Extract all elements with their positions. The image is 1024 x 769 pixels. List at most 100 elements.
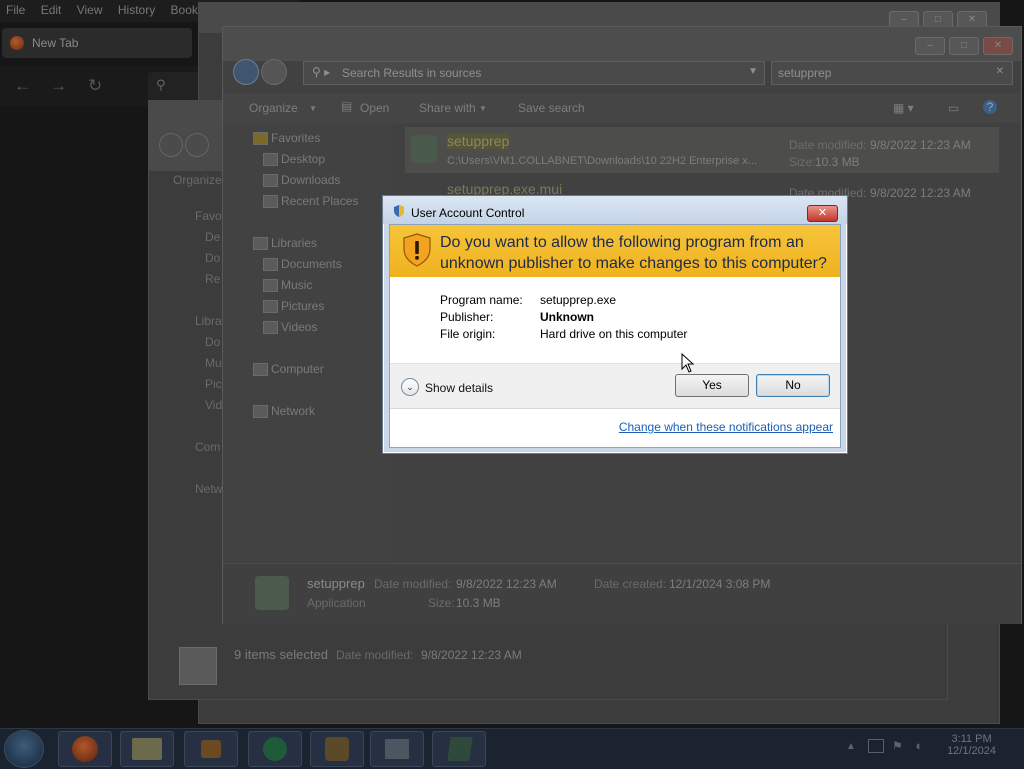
chevron-down-icon: ▼	[309, 104, 317, 113]
change-notifications-link[interactable]: Change when these notifications appear	[619, 420, 833, 434]
address-bar[interactable]: ⚲ ▸ Search Results in sources ▼	[303, 61, 765, 85]
firefox-tab[interactable]: New Tab	[2, 28, 192, 58]
volume-icon[interactable]: ◖	[914, 738, 922, 753]
help-icon[interactable]: ?	[983, 100, 997, 114]
minimize-button[interactable]: –	[915, 37, 945, 55]
result-size-label: Size:	[789, 155, 816, 169]
details-type: Application	[307, 596, 366, 610]
libraries-icon	[253, 237, 268, 250]
menu-file[interactable]: File	[6, 3, 25, 17]
uac-button-area: ⌄ Show details Yes No	[390, 363, 840, 409]
taskbar-window[interactable]	[370, 731, 424, 767]
nav-libraries[interactable]: Libraries	[253, 236, 317, 250]
nav-desktop[interactable]: Desktop	[263, 152, 325, 166]
reload-icon[interactable]: ↻	[88, 76, 102, 96]
nav-pictures[interactable]: Pic	[205, 377, 222, 391]
back-button[interactable]	[159, 133, 183, 157]
network-icon	[253, 405, 268, 418]
nav-pictures[interactable]: Pictures	[263, 299, 324, 313]
nav-videos[interactable]: Videos	[263, 320, 317, 334]
preview-pane-icon[interactable]: ▭	[948, 101, 959, 115]
menu-view[interactable]: View	[77, 3, 103, 17]
nav-documents[interactable]: Do	[205, 335, 220, 349]
firefox-icon	[10, 36, 24, 50]
forward-button[interactable]	[185, 133, 209, 157]
taskbar-explorer[interactable]	[120, 731, 174, 767]
nav-desktop[interactable]: De	[205, 230, 220, 244]
taskbar-app-green[interactable]	[248, 731, 302, 767]
flag-icon[interactable]: ⚑	[892, 739, 903, 753]
back-arrow-icon[interactable]: ←	[14, 76, 31, 96]
music-icon	[263, 279, 278, 292]
taskbar-network-app[interactable]	[432, 731, 486, 767]
nav-network[interactable]: Netw	[195, 482, 222, 496]
nav-network[interactable]: Network	[253, 404, 315, 418]
details-date-created: 12/1/2024 3:08 PM	[669, 577, 771, 591]
menu-history[interactable]: History	[118, 3, 155, 17]
taskbar-media-player[interactable]	[184, 731, 238, 767]
tray-clock[interactable]: 3:11 PM 12/1/2024	[947, 733, 996, 757]
close-button[interactable]: ✕	[983, 37, 1013, 55]
nav-documents[interactable]: Documents	[263, 257, 342, 271]
save-search-button[interactable]: Save search	[518, 101, 585, 115]
back-button[interactable]	[233, 59, 259, 85]
firefox-urlbar[interactable]: ⚲	[148, 72, 204, 100]
yes-button[interactable]: Yes	[675, 374, 749, 397]
warning-shield-icon	[403, 233, 431, 267]
computer-icon	[253, 363, 268, 376]
address-text: Search Results in sources	[342, 66, 482, 80]
taskbar: ▲ ⚑ ◖ 3:11 PM 12/1/2024	[0, 728, 1024, 769]
details-date-modified-label: Date modified:	[374, 577, 452, 591]
menu-edit[interactable]: Edit	[41, 3, 62, 17]
documents-icon	[263, 258, 278, 271]
taskbar-paint[interactable]	[310, 731, 364, 767]
search-input[interactable]: setupprep ✕	[771, 61, 1013, 85]
paint-icon	[325, 737, 349, 761]
share-with-button[interactable]: Share with	[419, 101, 476, 115]
nav-music[interactable]: Mu	[205, 356, 222, 370]
organize-button[interactable]: Organize	[249, 101, 298, 115]
show-details-link[interactable]: Show details	[425, 381, 493, 395]
explorer-titlebar	[223, 27, 1021, 61]
nav-libraries[interactable]: Libra	[195, 314, 222, 328]
status-selection: 9 items selected	[234, 647, 328, 662]
forward-arrow-icon[interactable]: →	[50, 76, 67, 96]
result-item-setupprep[interactable]: setupprep C:\Users\VM1.COLLABNET\Downloa…	[405, 127, 999, 173]
nav-music[interactable]: Music	[263, 278, 312, 292]
nav-recent[interactable]: Re	[205, 272, 220, 286]
publisher-value: Unknown	[540, 310, 594, 324]
show-hidden-icons[interactable]: ▲	[846, 741, 856, 752]
action-center-icon[interactable]	[868, 739, 884, 753]
uac-warning-banner: Do you want to allow the following progr…	[390, 225, 840, 277]
no-button[interactable]: No	[756, 374, 830, 397]
nav-favorites[interactable]: Favorites	[253, 131, 320, 145]
forward-button[interactable]	[261, 59, 287, 85]
nav-downloads[interactable]: Downloads	[263, 173, 340, 187]
details-date-created-label: Date created:	[594, 577, 667, 591]
nav-downloads[interactable]: Do	[205, 251, 220, 265]
view-options-icon[interactable]: ▦ ▾	[893, 101, 914, 115]
search-icon: ⚲	[156, 77, 166, 92]
mouse-cursor-icon	[681, 353, 695, 373]
open-button[interactable]: Open	[360, 101, 389, 115]
close-button[interactable]: ✕	[807, 205, 838, 222]
maximize-button[interactable]: □	[949, 37, 979, 55]
nav-computer[interactable]: Computer	[253, 362, 324, 376]
organize-menu[interactable]: Organize	[173, 173, 222, 187]
nav-favorites[interactable]: Favo	[195, 209, 222, 223]
nav-recent-places[interactable]: Recent Places	[263, 194, 358, 208]
pictures-icon	[263, 300, 278, 313]
refresh-icon[interactable]	[737, 61, 761, 83]
start-button[interactable]	[4, 730, 44, 768]
clear-search-icon[interactable]: ✕	[996, 66, 1004, 77]
uac-titlebar: User Account Control ✕	[383, 196, 847, 224]
app-icon	[263, 737, 287, 761]
application-icon	[255, 576, 289, 610]
nav-computer[interactable]: Com	[195, 440, 220, 454]
network-app-icon	[447, 737, 473, 761]
nav-videos[interactable]: Vid	[205, 398, 222, 412]
downloads-icon	[263, 174, 278, 187]
details-name: setupprep	[307, 576, 365, 591]
chevron-down-icon[interactable]: ⌄	[401, 378, 419, 396]
taskbar-firefox[interactable]	[58, 731, 112, 767]
